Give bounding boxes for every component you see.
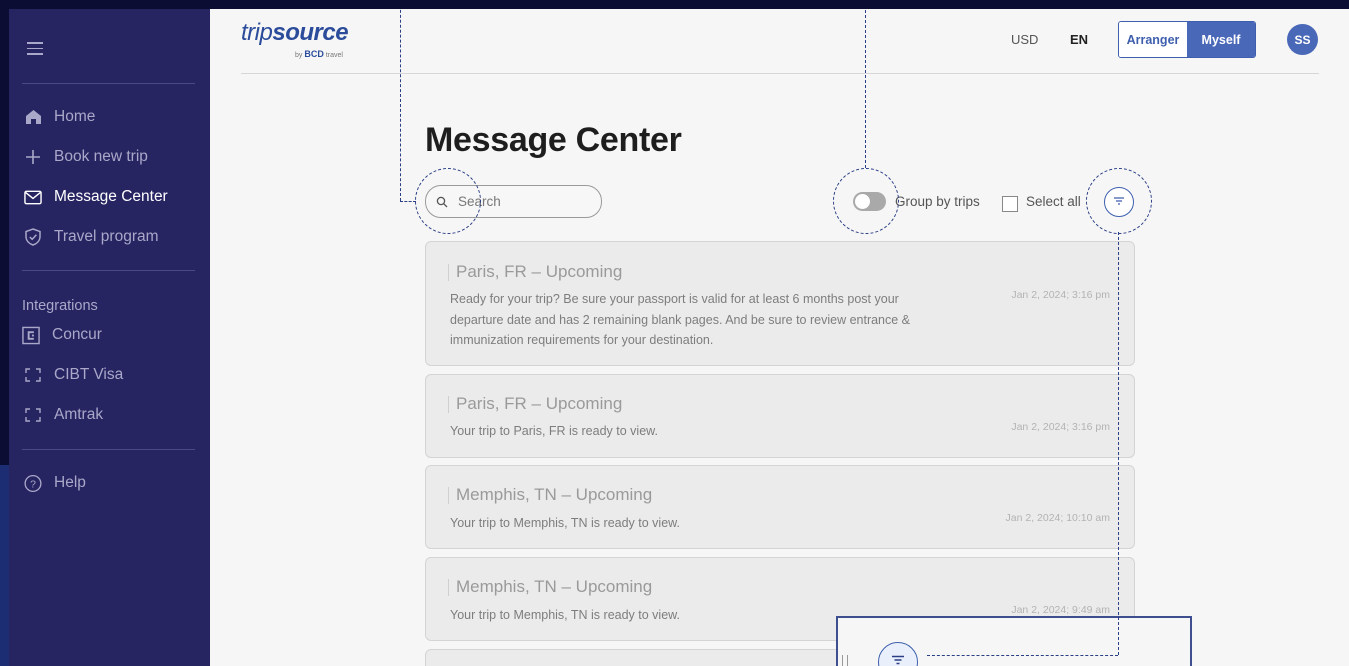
logo-travel: travel <box>325 52 343 59</box>
message-date: Jan 2, 2024; 9:49 am <box>1011 604 1110 616</box>
concur-icon <box>22 326 40 344</box>
logo-text: source <box>272 19 349 46</box>
filter-button-zoomed[interactable] <box>878 642 918 666</box>
logo-subtitle: by BCD travel <box>295 49 343 59</box>
message-date: Jan 2, 2024; 10:10 am <box>1005 512 1111 524</box>
logo-by: by <box>295 52 303 59</box>
sidebar: Home Book new trip Message Center Travel… <box>9 9 210 666</box>
plus-icon <box>24 148 42 166</box>
zoom-callout-panel <box>836 616 1192 666</box>
filter-button[interactable] <box>1104 187 1134 217</box>
sidebar-item-help[interactable]: ? Help <box>24 471 86 495</box>
sidebar-divider <box>22 449 195 450</box>
help-icon: ? <box>24 474 42 492</box>
sidebar-divider <box>22 270 195 271</box>
search-icon <box>436 196 448 208</box>
sidebar-divider <box>22 83 195 84</box>
sidebar-item-home[interactable]: Home <box>24 105 95 129</box>
message-card[interactable]: Memphis, TN – Upcoming Your trip to Memp… <box>425 465 1135 549</box>
message-title: Memphis, TN – Upcoming <box>447 577 653 596</box>
left-edge-strip <box>0 465 9 666</box>
role-arranger-button[interactable]: Arranger <box>1119 22 1187 57</box>
annotation-leader-line <box>400 201 416 202</box>
message-card[interactable]: Paris, FR – Upcoming Your trip to Paris,… <box>425 374 1135 458</box>
bracket-frame-icon <box>24 406 42 424</box>
sidebar-item-label: Travel program <box>54 228 159 245</box>
message-date: Jan 2, 2024; 3:16 pm <box>1011 421 1110 433</box>
sidebar-item-book-new-trip[interactable]: Book new trip <box>24 145 148 169</box>
currency-selector[interactable]: USD <box>1011 32 1038 47</box>
drag-handle-icon <box>842 655 848 666</box>
svg-text:?: ? <box>30 479 36 490</box>
sidebar-item-label: CIBT Visa <box>54 366 124 383</box>
bracket-frame-icon <box>24 366 42 384</box>
annotation-leader-line <box>865 9 866 168</box>
filter-icon <box>1113 193 1125 211</box>
message-body: Your trip to Memphis, TN is ready to vie… <box>450 516 680 530</box>
tripsource-logo[interactable]: tripsource by BCD travel <box>241 19 371 59</box>
sidebar-item-label: Message Center <box>54 188 168 205</box>
role-myself-button[interactable]: Myself <box>1187 22 1255 57</box>
message-card[interactable]: Paris, FR – Upcoming Ready for your trip… <box>425 241 1135 366</box>
app-window: Home Book new trip Message Center Travel… <box>9 9 1349 666</box>
group-by-trips-label: Group by trips <box>895 194 980 209</box>
sidebar-item-message-center[interactable]: Message Center <box>24 185 168 209</box>
header-divider <box>241 73 1319 74</box>
message-body: Ready for your trip? Be sure your passpo… <box>450 292 911 347</box>
logo-text: trip <box>241 19 273 46</box>
annotation-leader-line <box>400 9 401 201</box>
message-title: Memphis, TN – Upcoming <box>447 485 653 504</box>
avatar[interactable]: SS <box>1287 24 1318 55</box>
toggle-knob <box>855 194 870 209</box>
filter-icon <box>891 653 905 666</box>
select-all-label: Select all <box>1026 194 1081 209</box>
message-title: Paris, FR – Upcoming <box>447 394 623 413</box>
sidebar-item-travel-program[interactable]: Travel program <box>24 225 159 249</box>
shield-check-icon <box>24 228 42 246</box>
integrations-heading: Integrations <box>22 298 98 314</box>
message-title: Paris, FR – Upcoming <box>447 262 623 281</box>
message-date: Jan 2, 2024; 3:16 pm <box>1011 289 1110 301</box>
search-field[interactable] <box>425 185 602 218</box>
select-all-checkbox[interactable] <box>1002 196 1018 212</box>
sidebar-item-label: Home <box>54 108 96 125</box>
language-selector[interactable]: EN <box>1070 32 1088 47</box>
group-by-trips-toggle[interactable] <box>853 192 886 211</box>
sidebar-item-cibt-visa[interactable]: CIBT Visa <box>24 363 123 387</box>
home-icon <box>24 108 42 126</box>
sidebar-item-label: Help <box>54 474 86 491</box>
search-input[interactable] <box>456 193 600 210</box>
menu-icon[interactable] <box>27 42 43 55</box>
message-body: Your trip to Paris, FR is ready to view. <box>450 424 658 438</box>
logo-bcd: BCD <box>304 49 324 59</box>
sidebar-item-label: Book new trip <box>54 148 148 165</box>
sidebar-item-label: Concur <box>52 326 102 343</box>
sidebar-item-amtrak[interactable]: Amtrak <box>24 403 103 427</box>
sidebar-item-label: Amtrak <box>54 406 104 423</box>
sidebar-item-concur[interactable]: Concur <box>22 323 102 347</box>
role-toggle: Arranger Myself <box>1118 21 1256 58</box>
page-title: Message Center <box>425 121 682 159</box>
mail-icon <box>24 188 42 206</box>
